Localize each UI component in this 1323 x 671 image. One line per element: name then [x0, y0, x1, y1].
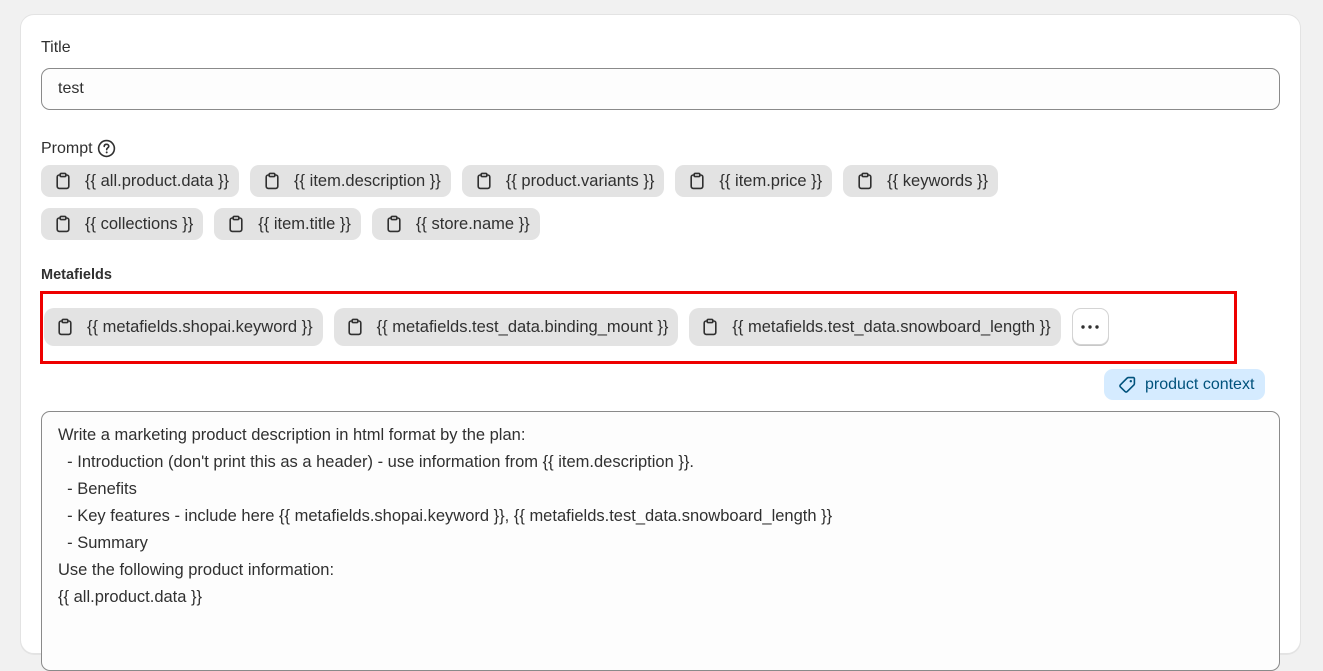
- chip-label: {{ collections }}: [85, 214, 194, 233]
- metafield-chips-row: {{ metafields.shopai.keyword }} {{ metaf…: [44, 308, 1109, 346]
- chip-label: {{ item.price }}: [719, 171, 823, 190]
- metafield-chip[interactable]: {{ metafields.test_data.binding_mount }}: [333, 308, 679, 346]
- prompt-textarea[interactable]: Write a marketing product description in…: [41, 411, 1280, 671]
- question-circle-icon[interactable]: [97, 139, 116, 158]
- chip-label: {{ metafields.shopai.keyword }}: [87, 317, 313, 336]
- metafields-heading: Metafields: [41, 267, 112, 283]
- clipboard-icon: [58, 318, 72, 336]
- metafield-chip[interactable]: {{ metafields.shopai.keyword }}: [44, 308, 323, 346]
- product-context-label: product context: [1145, 375, 1255, 393]
- metafield-chip[interactable]: {{ metafields.test_data.snowboard_length…: [689, 308, 1061, 346]
- clipboard-icon: [56, 172, 70, 190]
- clipboard-icon: [348, 318, 362, 336]
- title-label: Title: [41, 39, 71, 56]
- variable-chip[interactable]: {{ collections }}: [41, 208, 204, 240]
- chip-label: {{ store.name }}: [415, 214, 530, 233]
- variable-chip[interactable]: {{ all.product.data }}: [41, 165, 240, 197]
- clipboard-icon: [858, 172, 872, 190]
- prompt-label: Prompt: [41, 139, 93, 157]
- prompt-settings-card: Title Prompt {{ all.product.data }} {{ i…: [20, 14, 1301, 671]
- clipboard-icon: [703, 318, 717, 336]
- more-metafields-button[interactable]: [1071, 308, 1109, 345]
- title-input[interactable]: [41, 68, 1280, 110]
- prompt-label-group: Prompt: [41, 139, 116, 158]
- clipboard-icon: [265, 172, 279, 190]
- ellipsis-horizontal-icon: [1081, 324, 1099, 329]
- clipboard-icon: [229, 215, 243, 233]
- chip-label: {{ item.description }}: [294, 171, 441, 190]
- variable-chip[interactable]: {{ item.price }}: [675, 165, 833, 197]
- chip-label: {{ item.title }}: [258, 214, 351, 233]
- variable-chip[interactable]: {{ item.description }}: [250, 165, 451, 197]
- prompt-variable-chips-row-1: {{ all.product.data }} {{ item.descripti…: [41, 165, 999, 197]
- clipboard-icon: [56, 215, 70, 233]
- chip-label: {{ all.product.data }}: [85, 171, 230, 190]
- clipboard-icon: [387, 215, 401, 233]
- chip-label: {{ metafields.test_data.snowboard_length…: [732, 317, 1051, 336]
- prompt-variable-chips-row-2: {{ collections }} {{ item.title }} {{ st…: [41, 208, 540, 240]
- chip-label: {{ metafields.test_data.binding_mount }}: [376, 317, 669, 336]
- tag-icon: [1119, 376, 1136, 393]
- variable-chip[interactable]: {{ keywords }}: [843, 165, 999, 197]
- product-context-badge[interactable]: product context: [1104, 369, 1266, 400]
- variable-chip[interactable]: {{ store.name }}: [371, 208, 540, 240]
- chip-label: {{ keywords }}: [887, 171, 989, 190]
- clipboard-icon: [477, 172, 491, 190]
- variable-chip[interactable]: {{ product.variants }}: [461, 165, 665, 197]
- clipboard-icon: [690, 172, 705, 190]
- variable-chip[interactable]: {{ item.title }}: [214, 208, 361, 240]
- chip-label: {{ product.variants }}: [505, 171, 655, 190]
